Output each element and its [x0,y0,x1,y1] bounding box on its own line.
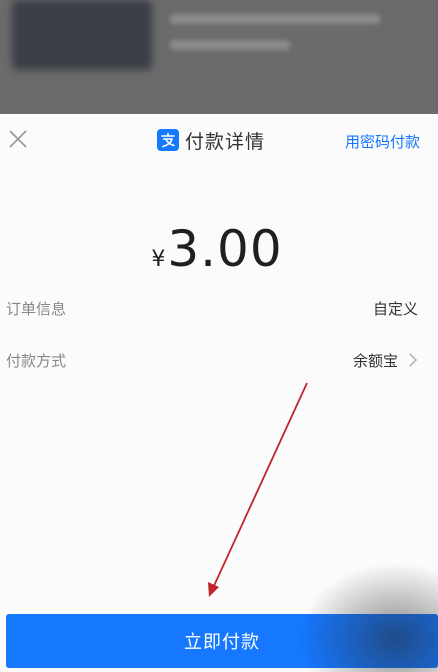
sheet-header: 付款详情 用密码付款 [0,114,438,166]
pay-with-password-link[interactable]: 用密码付款 [345,131,420,152]
amount-value: 3.00 [167,220,283,278]
background-image-blur [12,0,152,70]
alipay-logo-icon [157,129,179,151]
background-text-blur [170,14,380,24]
payment-method-value: 余额宝 [352,352,398,370]
payment-detail-sheet: 付款详情 用密码付款 ¥ 3.00 订单信息 自定义 付款方式 余额宝 立即付款 [0,114,438,672]
order-info-label: 订单信息 [6,300,67,318]
payment-method-row[interactable]: 付款方式 余额宝 [0,346,438,376]
page-title: 付款详情 [185,130,266,153]
order-info-row: 订单信息 自定义 [0,294,438,324]
background-text-blur [170,40,290,50]
payment-amount: ¥ 3.00 [0,220,438,278]
chevron-right-icon [406,350,420,370]
sheet-title-group: 付款详情 [157,127,265,153]
payment-method-label: 付款方式 [6,352,67,370]
dimmed-background-app [0,0,438,118]
currency-symbol: ¥ [151,247,166,272]
payment-screen: 付款详情 用密码付款 ¥ 3.00 订单信息 自定义 付款方式 余额宝 立即付款 [0,0,438,672]
close-icon[interactable] [6,127,30,151]
pay-now-button[interactable]: 立即付款 [6,614,438,668]
order-info-value: 自定义 [372,300,418,318]
